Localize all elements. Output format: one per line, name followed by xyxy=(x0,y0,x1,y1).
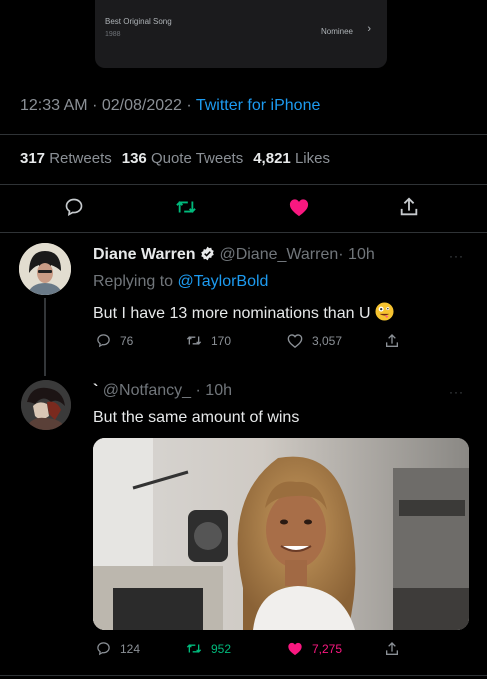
like-button[interactable]: 7,275 xyxy=(287,641,342,656)
retweet-count: 170 xyxy=(211,333,232,348)
reply-button[interactable] xyxy=(64,197,84,217)
avatar-notfancy-image xyxy=(21,380,71,430)
heart-filled-icon xyxy=(288,642,302,656)
reply-count: 124 xyxy=(120,641,141,656)
reply-actions: 76 170 3,057 xyxy=(0,333,487,353)
retweet-count: 952 xyxy=(211,641,232,656)
tweet-time: 12:33 AM xyxy=(20,97,88,114)
tweet-text: But the same amount of wins xyxy=(93,409,300,426)
timestamp: · 10h xyxy=(195,382,232,399)
avatar[interactable] xyxy=(19,243,71,295)
divider xyxy=(0,134,487,135)
like-button[interactable] xyxy=(288,197,310,217)
retweet-icon xyxy=(176,201,196,213)
reply-icon xyxy=(97,334,110,348)
reply-header: Diane Warren @Diane_Warren· 10h xyxy=(93,246,375,264)
share-button[interactable] xyxy=(384,333,400,349)
retweet-button[interactable] xyxy=(175,197,197,217)
quote-tweets-stat[interactable]: 136 Quote Tweets xyxy=(122,150,253,167)
avatar-diane-warren-image xyxy=(19,243,71,295)
heart-filled-icon xyxy=(289,199,309,217)
card-status: Nominee xyxy=(320,27,353,36)
reply-header: ` @Notfancy_ · 10h xyxy=(93,382,232,400)
display-name[interactable]: ` xyxy=(93,382,98,399)
like-button[interactable]: 3,057 xyxy=(287,333,342,348)
handle: @Diane_Warren xyxy=(219,246,339,263)
share-button[interactable] xyxy=(384,641,400,657)
more-options-icon[interactable]: ··· xyxy=(449,249,464,263)
heart-icon xyxy=(287,334,303,348)
media-image xyxy=(93,438,469,630)
mention-link[interactable]: @TaylorBold xyxy=(178,273,269,290)
card-title: Best Original Song xyxy=(105,17,172,26)
share-icon xyxy=(386,334,398,347)
display-name[interactable]: Diane Warren xyxy=(93,246,196,263)
avatar[interactable] xyxy=(21,380,71,430)
tweet-stats: 317 Retweets 136 Quote Tweets 4,821 Likes xyxy=(20,150,340,167)
divider xyxy=(0,232,487,233)
retweets-stat[interactable]: 317 Retweets xyxy=(20,150,122,167)
more-options-icon[interactable]: ··· xyxy=(449,385,464,399)
replying-to: Replying to @TaylorBold xyxy=(93,273,269,290)
embedded-award-card[interactable]: Best Original Song 1988 Nominee › xyxy=(95,0,387,68)
tweet-text: But I have 13 more nominations than U xyxy=(93,302,394,323)
divider xyxy=(0,675,487,676)
share-button[interactable] xyxy=(398,196,420,218)
share-icon xyxy=(400,197,418,216)
retweet-button[interactable]: 952 xyxy=(186,641,231,656)
zany-face-emoji xyxy=(375,302,394,321)
handle: @Notfancy_ xyxy=(102,382,192,399)
divider xyxy=(0,184,487,185)
card-year: 1988 xyxy=(105,31,121,38)
share-icon xyxy=(386,642,398,655)
tweet-date: 02/08/2022 xyxy=(101,97,182,114)
tweet-metadata: 12:33 AM · 02/08/2022 · Twitter for iPho… xyxy=(20,97,321,114)
verified-badge-icon xyxy=(201,246,214,261)
timestamp: · 10h xyxy=(338,246,375,263)
reply-actions: 124 952 7,275 xyxy=(0,641,487,661)
retweet-button[interactable]: 170 xyxy=(186,333,231,348)
reply-button[interactable]: 76 xyxy=(96,333,133,348)
reply-icon xyxy=(97,642,110,656)
chevron-right-icon: › xyxy=(367,23,371,35)
tweet-media-gif[interactable] xyxy=(93,438,469,630)
likes-stat[interactable]: 4,821 Likes xyxy=(253,150,340,167)
like-count: 3,057 xyxy=(312,333,343,348)
tweet-source-link[interactable]: Twitter for iPhone xyxy=(196,97,321,114)
reply-button[interactable]: 124 xyxy=(96,641,140,656)
retweet-icon xyxy=(186,336,202,345)
reply-icon xyxy=(65,198,83,217)
like-count: 7,275 xyxy=(312,641,343,656)
reply-count: 76 xyxy=(120,333,134,348)
retweet-icon xyxy=(186,644,202,653)
